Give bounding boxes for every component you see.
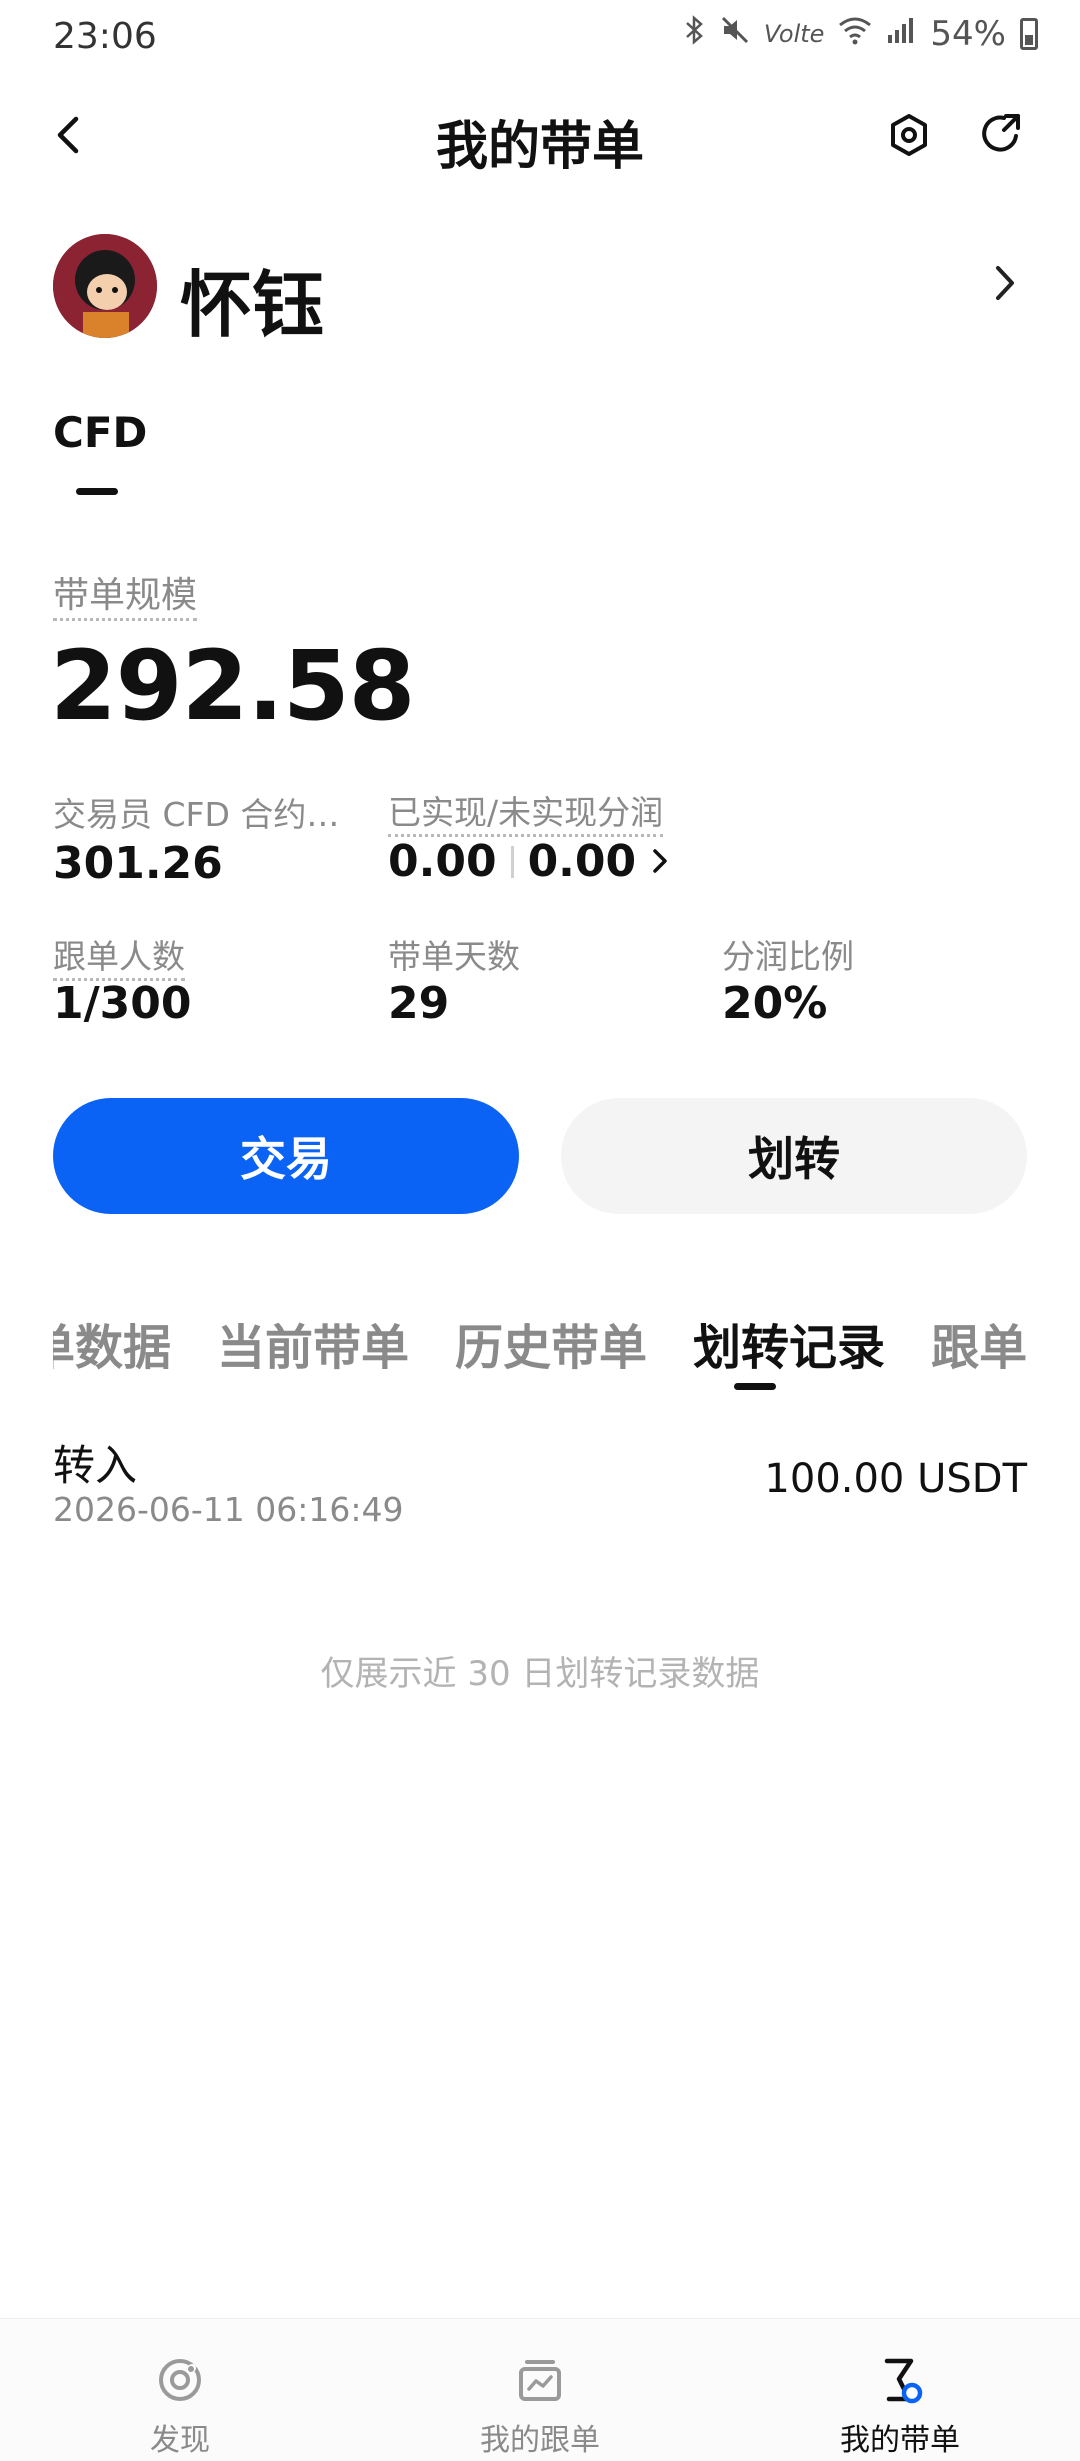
trader-cfd-label[interactable]: 交易员 CFD 合约…: [53, 788, 343, 836]
lead-days-label: 带单天数: [388, 937, 520, 976]
trader-cfd-value: 301.26: [53, 838, 223, 889]
nav-label-my-lead-trades: 我的带单: [840, 2423, 960, 2458]
profit-ratio-value: 20%: [722, 978, 828, 1029]
mute-icon: [720, 15, 750, 53]
profit-ratio-label: 分润比例: [722, 937, 854, 976]
followers-label-text: 跟单人数: [53, 937, 185, 981]
lead-days-value: 29: [388, 978, 450, 1029]
tab-data[interactable]: 单数据: [53, 1308, 171, 1378]
settings-button[interactable]: [886, 112, 932, 158]
lead-size-label-text: 带单规模: [53, 575, 198, 621]
subtab-bar: 单数据 当前带单 历史带单 划转记录 跟单者: [53, 1300, 1027, 1420]
nav-label-discover: 发现: [150, 2423, 210, 2458]
tab-current-orders[interactable]: 当前带单: [217, 1308, 409, 1378]
signal-icon: [886, 15, 916, 53]
subtab-row: 单数据 当前带单 历史带单 划转记录 跟单者: [53, 1308, 1027, 1378]
avatar[interactable]: [53, 234, 157, 338]
profit-share-values[interactable]: 0.00 0.00: [388, 836, 668, 887]
followers-label[interactable]: 跟单人数: [53, 930, 185, 981]
share-icon: [982, 114, 1020, 152]
tab-transfer-records[interactable]: 划转记录: [693, 1308, 885, 1378]
share-button[interactable]: [978, 110, 1024, 156]
transfer-button[interactable]: 划转: [561, 1098, 1027, 1214]
followers-value: 1/300: [53, 978, 192, 1029]
nav-label-my-copy-trades: 我的跟单: [480, 2423, 600, 2458]
record-type: 转入: [53, 1441, 138, 1490]
username[interactable]: 怀钰: [180, 246, 324, 351]
discover-icon: [159, 2359, 201, 2401]
unrealized-profit-value: 0.00: [527, 836, 637, 887]
tab-cfd[interactable]: CFD: [53, 408, 147, 457]
chevron-right-icon: [652, 840, 668, 884]
lead-size-value: 292.58: [50, 630, 415, 742]
profit-share-label-text: 已实现/未实现分润: [388, 793, 664, 837]
avatar-image: [53, 234, 157, 338]
battery-percent: 54%: [930, 14, 1006, 54]
tab-indicator: [76, 488, 118, 495]
realized-profit-value: 0.00: [388, 836, 497, 887]
bluetooth-icon: [684, 15, 706, 53]
trader-cfd-label-text: 交易员 CFD 合约…: [53, 795, 340, 836]
copy-trade-icon: [519, 2360, 561, 2401]
records-footnote: 仅展示近 30 日划转记录数据: [320, 1654, 760, 1694]
record-amount: 100.00 USDT: [764, 1456, 1027, 1502]
profile-detail-button[interactable]: [990, 258, 1020, 320]
status-time: 23:06: [53, 16, 157, 57]
lead-size-label[interactable]: 带单规模: [53, 566, 198, 621]
subtab-indicator: [734, 1383, 776, 1390]
hexagon-settings-icon: [891, 114, 927, 156]
profit-share-label[interactable]: 已实现/未实现分润: [388, 786, 664, 837]
volte-icon: Volte: [763, 20, 825, 48]
tab-followers[interactable]: 跟单者: [931, 1308, 1027, 1378]
battery-icon: [1020, 18, 1038, 50]
wifi-icon: [838, 15, 872, 53]
nav-discover[interactable]: 发现: [30, 2319, 330, 2461]
tab-history-orders[interactable]: 历史带单: [455, 1308, 647, 1378]
nav-my-lead-trades[interactable]: 我的带单: [750, 2319, 1050, 2461]
nav-my-copy-trades[interactable]: 我的跟单: [390, 2319, 690, 2461]
value-divider: [510, 845, 514, 878]
status-icons: Volte 54%: [684, 14, 1038, 54]
trade-button[interactable]: 交易: [53, 1098, 519, 1214]
lead-trade-icon: [884, 2358, 923, 2404]
chevron-right-icon: [996, 266, 1014, 300]
record-time: 2026-06-11 06:16:49: [53, 1490, 404, 1529]
bottom-nav: 发现 我的跟单 我的带单: [0, 2318, 1080, 2461]
